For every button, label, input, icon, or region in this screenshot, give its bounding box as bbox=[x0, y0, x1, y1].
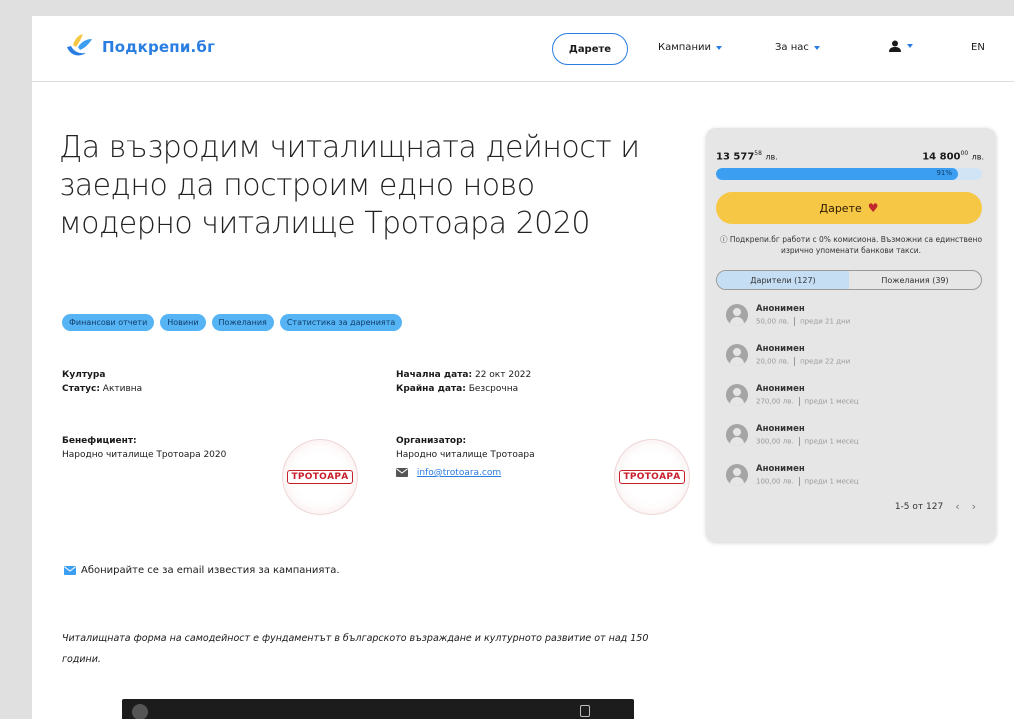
organizer-email-link[interactable]: info@trotoara.com bbox=[417, 468, 501, 478]
progress-label: 91% bbox=[936, 169, 952, 177]
fee-note: ⓘ Подкрепи.бг работи с 0% комисиона. Въз… bbox=[719, 235, 983, 255]
avatar-icon bbox=[726, 344, 748, 366]
page: Подкрепи.бг Дарете Кампании За нас EN Да… bbox=[32, 16, 1014, 719]
donor-name: Анонимен bbox=[756, 344, 805, 354]
donor-tabs: Дарители (127) Пожелания (39) bbox=[716, 270, 982, 290]
donor-time: преди 1 месец bbox=[804, 437, 859, 446]
donor-time: преди 1 месец bbox=[804, 477, 859, 486]
donor-list-item: Анонимен 50,00 лв. преди 21 дни bbox=[726, 304, 850, 326]
nav-campaigns-label: Кампании bbox=[658, 42, 711, 53]
brand-name: Подкрепи.бг bbox=[102, 38, 216, 56]
brand-logo[interactable]: Подкрепи.бг bbox=[64, 33, 215, 61]
top-navbar: Подкрепи.бг Дарете Кампании За нас EN bbox=[32, 16, 1014, 82]
donor-amount: 50,00 лв. bbox=[756, 317, 790, 326]
nav-campaigns-menu[interactable]: Кампании bbox=[658, 42, 722, 53]
donation-amounts: 13 57758 лв. 14 80000 лв. bbox=[716, 150, 984, 162]
donate-button[interactable]: Дарете ♥ bbox=[716, 192, 982, 224]
donor-list-item: Анонимен 300,00 лв. преди 1 месец bbox=[726, 424, 859, 446]
raised-cents: 58 bbox=[754, 150, 762, 157]
beneficiary-name[interactable]: Народно читалище Тротоара 2020 bbox=[62, 448, 226, 462]
start-date-value: 22 окт 2022 bbox=[474, 370, 532, 380]
heart-icon: ♥ bbox=[867, 201, 879, 215]
donor-amount: 300,00 лв. bbox=[756, 437, 794, 446]
goal-main: 14 800 bbox=[922, 151, 961, 163]
subscribe-link[interactable]: Абонирайте се за email известия за кампа… bbox=[64, 565, 340, 576]
donate-button-label: Дарете bbox=[819, 201, 862, 215]
donor-name: Анонимен bbox=[756, 464, 805, 474]
avatar-icon bbox=[726, 464, 748, 486]
start-date-label: Начална дата: bbox=[396, 370, 473, 380]
donor-amount: 100,00 лв. bbox=[756, 477, 794, 486]
goal-currency: лв. bbox=[971, 152, 984, 162]
tab-donors[interactable]: Дарители (127) bbox=[717, 271, 849, 289]
avatar-icon bbox=[726, 304, 748, 326]
organizer-logo: ТРОТОАРА bbox=[614, 439, 690, 515]
copy-link-icon[interactable] bbox=[580, 705, 590, 717]
progress-bar: 91% bbox=[716, 168, 982, 180]
beneficiary-block: Бенефициент: Народно читалище Тротоара 2… bbox=[62, 434, 226, 462]
organizer-block: Организатор: Народно читалище Тротоара i… bbox=[396, 434, 535, 480]
goal-amount: 14 80000 лв. bbox=[922, 150, 984, 162]
raised-main: 13 577 bbox=[716, 151, 755, 163]
user-icon bbox=[889, 40, 901, 52]
video-player[interactable] bbox=[122, 699, 634, 719]
donor-amount: 20,00 лв. bbox=[756, 357, 790, 366]
campaign-tags: Финансови отчети Новини Пожелания Статис… bbox=[62, 314, 403, 331]
raised-currency: лв. bbox=[765, 152, 778, 162]
chevron-down-icon bbox=[907, 44, 913, 48]
campaign-category: Култура bbox=[62, 370, 106, 380]
end-date-label: Крайна дата: bbox=[396, 384, 466, 394]
nav-about-label: За нас bbox=[775, 42, 809, 53]
nav-about-menu[interactable]: За нас bbox=[775, 42, 820, 53]
dove-logo-icon bbox=[67, 34, 92, 56]
organizer-label: Организатор: bbox=[396, 436, 467, 446]
end-date-value: Безсрочна bbox=[468, 384, 519, 394]
donor-list-item: Анонимен 100,00 лв. преди 1 месец bbox=[726, 464, 859, 486]
chevron-down-icon bbox=[813, 45, 820, 50]
avatar-icon bbox=[726, 424, 748, 446]
tag-financial-reports[interactable]: Финансови отчети bbox=[62, 314, 155, 331]
campaign-meta-left: Култура Статус: Активна bbox=[62, 368, 142, 396]
channel-avatar-icon bbox=[132, 704, 148, 719]
subscribe-text: Абонирайте се за email известия за кампа… bbox=[81, 565, 340, 576]
chevron-left-icon[interactable]: ‹ bbox=[955, 500, 959, 513]
avatar-icon bbox=[726, 384, 748, 406]
beneficiary-logo: ТРОТОАРА bbox=[282, 439, 358, 515]
donation-card: 13 57758 лв. 14 80000 лв. 91% Дарете ♥ ⓘ… bbox=[706, 128, 996, 542]
donor-name: Анонимен bbox=[756, 424, 805, 434]
donor-list-item: Анонимен 20,00 лв. преди 22 дни bbox=[726, 344, 850, 366]
donor-name: Анонимен bbox=[756, 304, 805, 314]
campaign-description: Читалищната форма на самодейност е фунда… bbox=[62, 633, 649, 665]
beneficiary-label: Бенефициент: bbox=[62, 436, 137, 446]
progress-fill bbox=[716, 168, 959, 180]
donor-amount: 270,00 лв. bbox=[756, 397, 794, 406]
tag-news[interactable]: Новини bbox=[160, 314, 206, 331]
status-label: Статус: bbox=[62, 384, 100, 394]
tag-donation-stats[interactable]: Статистика за даренията bbox=[279, 314, 403, 331]
chevron-right-icon[interactable]: › bbox=[972, 500, 976, 513]
donor-time: преди 21 дни bbox=[800, 317, 851, 326]
raised-amount: 13 57758 лв. bbox=[716, 150, 778, 162]
nav-donate-button[interactable]: Дарете bbox=[552, 33, 628, 65]
goal-cents: 00 bbox=[960, 150, 969, 157]
campaign-title: Да възродим читалищната дейност и заедно… bbox=[59, 130, 640, 241]
mail-icon bbox=[396, 468, 408, 477]
status-value: Активна bbox=[102, 384, 143, 394]
beneficiary-logo-text: ТРОТОАРА bbox=[287, 470, 353, 484]
donor-time: преди 1 месец bbox=[804, 397, 859, 406]
donor-pagination: 1-5 от 127 ‹ › bbox=[895, 500, 976, 513]
campaign-meta-right: Начална дата: 22 окт 2022 Крайна дата: Б… bbox=[396, 368, 531, 396]
tab-wishes[interactable]: Пожелания (39) bbox=[849, 271, 981, 289]
organizer-name[interactable]: Народно читалище Тротоара bbox=[396, 448, 535, 462]
nav-user-menu[interactable] bbox=[888, 40, 913, 52]
donor-time: преди 22 дни bbox=[800, 357, 851, 366]
language-switch[interactable]: EN bbox=[971, 42, 985, 53]
envelope-icon bbox=[64, 566, 76, 575]
pager-range: 1-5 от 127 bbox=[894, 501, 944, 512]
chevron-down-icon bbox=[715, 45, 722, 50]
organizer-logo-text: ТРОТОАРА bbox=[619, 470, 685, 484]
donor-list-item: Анонимен 270,00 лв. преди 1 месец bbox=[726, 384, 859, 406]
tag-wishes[interactable]: Пожелания bbox=[211, 314, 274, 331]
donor-name: Анонимен bbox=[756, 384, 805, 394]
